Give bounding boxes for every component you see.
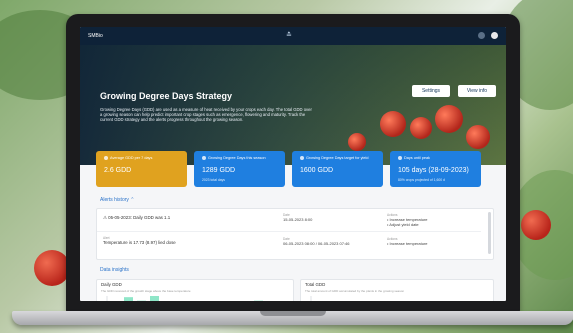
card-label: Average GDD per 7 days bbox=[110, 156, 153, 160]
action-item[interactable]: • Adjust yield date bbox=[387, 222, 428, 227]
stat-card-target-gdd: Growing Degree Days target for yield 160… bbox=[292, 151, 383, 187]
clock-icon bbox=[398, 156, 402, 160]
daily-gdd-panel: Daily GDD The GDD received of the growth… bbox=[96, 279, 294, 301]
tomato-image bbox=[466, 125, 490, 149]
chevron-up-icon: ⌃ bbox=[130, 197, 135, 203]
tomato-image bbox=[380, 111, 406, 137]
data-insights-title: Data insights bbox=[100, 267, 129, 273]
alerts-history-title: Alerts history bbox=[100, 197, 129, 203]
page-description: Growing Degree Days (GDD) are used as a … bbox=[100, 107, 312, 123]
sun-icon bbox=[202, 156, 206, 160]
card-subtext: 2023 total days bbox=[202, 178, 225, 182]
top-navigation-bar: SMBio ≛ bbox=[80, 27, 506, 45]
total-gdd-chart bbox=[310, 296, 312, 301]
background-tomato bbox=[521, 210, 551, 240]
alerts-table: ⚠ 05-05-2023: Daily GDD was 1.1 Date 15-0… bbox=[96, 208, 494, 260]
view-info-button[interactable]: View info bbox=[458, 85, 496, 97]
alert-date: 06-05-2023 08:00 / 06-05-2023 07:46 bbox=[283, 241, 350, 246]
stat-card-season-gdd: Growing Degree Days this season 1289 GDD… bbox=[194, 151, 285, 187]
hero-banner: Growing Degree Days Strategy Growing Deg… bbox=[80, 45, 506, 165]
tomato-image bbox=[435, 105, 463, 133]
stat-card-days-until-peak: Days until peak 105 days (28-09-2023) 80… bbox=[390, 151, 481, 187]
table-row[interactable]: ⚠ 05-05-2023: Daily GDD was 1.1 Date 15-0… bbox=[97, 209, 481, 232]
user-avatar-icon[interactable] bbox=[491, 32, 498, 39]
warning-icon: ⚠ bbox=[103, 215, 107, 220]
alerts-scrollbar[interactable] bbox=[488, 212, 491, 254]
tomato-image bbox=[410, 117, 432, 139]
card-label: Growing Degree Days this season bbox=[208, 156, 266, 160]
card-label: Days until peak bbox=[404, 156, 430, 160]
card-subtext: 80% crops projected of 1,600 d bbox=[398, 178, 445, 182]
page-title: Growing Degree Days Strategy bbox=[100, 91, 233, 101]
brand-name[interactable]: SMBio bbox=[88, 33, 103, 39]
card-label: Growing Degree Days target for yield bbox=[306, 156, 369, 160]
daily-gdd-bar[interactable] bbox=[150, 296, 159, 301]
stat-cards: Average GDD per 7 days 2.6 GDD Growing D… bbox=[96, 151, 481, 187]
total-gdd-panel: Total GDD The total amount of GDD accumu… bbox=[300, 279, 494, 301]
tomato-image bbox=[348, 133, 366, 151]
action-item[interactable]: • Increase temperature bbox=[387, 241, 428, 246]
laptop-notch bbox=[260, 311, 326, 316]
top-icons bbox=[478, 32, 498, 39]
alerts-history-toggle[interactable]: Alerts history ⌃ bbox=[100, 197, 135, 203]
stat-card-average-gdd: Average GDD per 7 days 2.6 GDD bbox=[96, 151, 187, 187]
app-screen: SMBio ≛ Growing Degree Days Strategy Gro… bbox=[80, 27, 506, 301]
table-row[interactable]: Alert Temperature is 17.73 (8.97) lied do… bbox=[97, 233, 481, 255]
card-value: 2.6 GDD bbox=[104, 167, 132, 174]
alert-date: 15-05-2023 8:00 bbox=[283, 217, 313, 222]
daily-gdd-bar[interactable] bbox=[124, 297, 133, 301]
hero-actions: Settings View info bbox=[412, 85, 496, 97]
target-icon bbox=[300, 156, 304, 160]
alert-text: 05-05-2023: Daily GDD was 1.1 bbox=[108, 215, 171, 220]
alert-text: Temperature is 17.73 (8.97) lied dose bbox=[103, 240, 176, 245]
card-value: 1600 GDD bbox=[300, 167, 334, 174]
logo-icon: ≛ bbox=[286, 32, 292, 39]
card-value: 1289 GDD bbox=[202, 167, 236, 174]
notification-icon[interactable] bbox=[478, 32, 485, 39]
daily-gdd-chart bbox=[106, 296, 263, 301]
thermometer-icon bbox=[104, 156, 108, 160]
background-tomato bbox=[34, 250, 70, 286]
card-value: 105 days (28-09-2023) bbox=[398, 167, 469, 174]
settings-button[interactable]: Settings bbox=[412, 85, 450, 97]
